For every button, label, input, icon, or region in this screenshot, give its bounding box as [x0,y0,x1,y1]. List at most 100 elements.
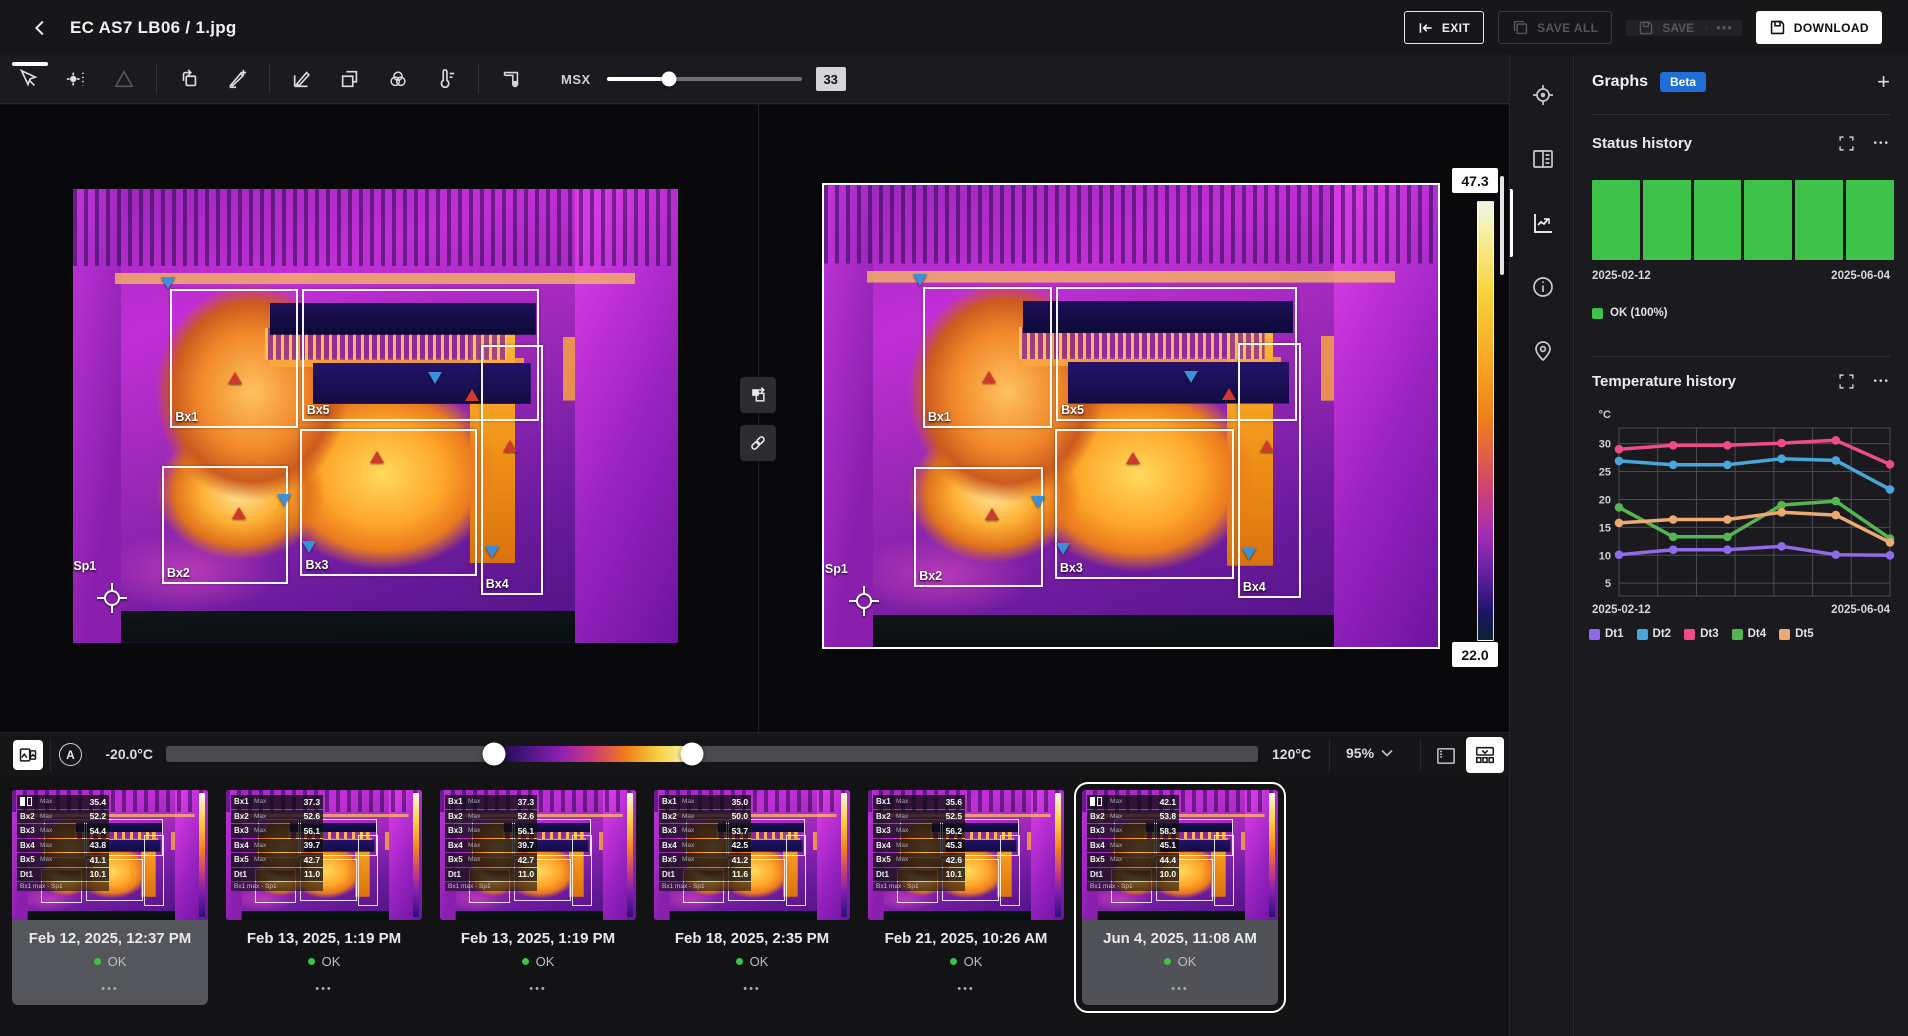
status-segment[interactable] [1744,180,1792,260]
scrollbar[interactable] [1500,176,1504,275]
thumbnail-status: OK [868,954,1064,969]
thumbnail-card[interactable]: Max42.1Bx2Max53.8Bx3Max58.3Bx4Max45.1Bx5… [1082,790,1278,1005]
status-segment[interactable] [1795,180,1843,260]
thermal-pane-left[interactable]: Bx1Bx5Bx2Bx3Bx4 Sp1 [73,189,678,643]
measurement-box-bx1[interactable]: Bx1 [170,289,298,428]
legend-item-dt2[interactable]: Dt2 [1637,628,1672,640]
legend-item-dt5[interactable]: Dt5 [1779,628,1814,640]
thumbnail-card[interactable]: Bx1Max35.6Bx2Max52.5Bx3Max56.2Bx4Max45.3… [868,790,1064,1005]
temperature-range-slider[interactable] [166,746,1258,762]
save-more-button[interactable]: ••• [1707,20,1742,36]
thumbnail-card[interactable]: Max35.4Bx2Max52.2Bx3Max54.4Bx4Max43.8Bx5… [12,790,208,1005]
spot-marker-sp1[interactable]: Sp1 [847,584,881,618]
save-all-button[interactable]: SAVE ALL [1498,11,1612,44]
measurement-box-bx4[interactable]: Bx4 [1238,343,1301,598]
legend-item-dt3[interactable]: Dt3 [1684,628,1719,640]
add-graph-button[interactable]: + [1877,71,1890,93]
top-bar: EC AS7 LB06 / 1.jpg EXIT SAVE ALL [0,0,1908,55]
roi-label: Bx5 [1061,403,1084,417]
auto-label: A [66,748,75,762]
side-panel-toggle-button[interactable] [1430,741,1462,770]
measurement-row: Dt110.1 [873,868,965,882]
thumbnail-status: OK [1082,954,1278,969]
duplicate-tool-button[interactable] [330,61,370,97]
spot-marker-sp1[interactable]: Sp1 [95,581,129,615]
exit-button[interactable]: EXIT [1404,11,1484,44]
range-min-temp: -20.0°C [85,746,153,762]
measurement-box-bx2[interactable]: Bx2 [162,466,288,584]
edit-scale-tool-button[interactable] [282,61,322,97]
auto-scale-button[interactable]: A [59,743,82,766]
cold-spot-marker-icon [428,372,442,384]
legend-item-dt4[interactable]: Dt4 [1732,628,1767,640]
rotate-tool-button[interactable] [169,61,209,97]
thermal-pane-right[interactable]: Bx1 Bx5 Bx2Bx3 Bx4 Sp1 [822,183,1440,649]
status-history-header: Status history ••• [1592,135,1890,152]
sidebar-item-notes[interactable] [1510,133,1575,185]
msx-slider[interactable] [607,77,802,81]
link-panes-button[interactable] [740,425,776,461]
thumbnail-menu-button[interactable]: ••• [12,983,208,995]
temperature-colorbar[interactable] [1477,201,1494,641]
measurement-row: Bx5Max42.7 [231,853,323,867]
measurement-row: Bx4Max45.1 [1087,839,1179,853]
link-icon [748,433,768,453]
select-tool-button[interactable] [8,61,48,97]
status-history-menu-button[interactable]: ••• [1873,138,1890,149]
status-segment[interactable] [1694,180,1742,260]
back-button[interactable] [24,11,58,45]
status-segment[interactable] [1846,180,1894,260]
msx-slider-thumb[interactable] [662,72,677,87]
thumbnail-image: Max42.1Bx2Max53.8Bx3Max58.3Bx4Max45.1Bx5… [1082,790,1278,920]
thumbnail-menu-button[interactable]: ••• [868,983,1064,995]
spot-measure-tool-button[interactable] [56,61,96,97]
measurement-box-bx3[interactable]: Bx3 [1055,429,1234,579]
thumbnail-menu-button[interactable]: ••• [654,983,850,995]
hot-spot-marker-icon [982,371,996,383]
thumbnail-colorbar [841,793,847,917]
thumbnail-card[interactable]: Bx1Max35.0Bx2Max50.0Bx3Max53.7Bx4Max42.5… [654,790,850,1005]
roi-label: Bx5 [307,403,330,417]
thumbnail-colorbar [1055,793,1061,917]
status-segment[interactable] [1592,180,1640,260]
sidebar-item-graphs[interactable] [1510,197,1575,249]
thumbnail-menu-button[interactable]: ••• [1082,983,1278,995]
temperature-history-menu-button[interactable]: ••• [1873,376,1890,387]
measurement-box-bx2[interactable]: Bx2 [914,467,1042,587]
sidebar-item-measurements[interactable] [1510,69,1575,121]
delta-triangle-icon [113,68,135,90]
roi-label: Bx1 [175,410,198,424]
thumbnail-strip-toggle-button[interactable] [1466,737,1504,773]
range-thumb-high[interactable] [681,743,704,766]
measurement-box-bx3[interactable]: Bx3 [300,429,477,576]
fullscreen-icon[interactable] [1838,135,1855,152]
fullscreen-icon[interactable] [1838,373,1855,390]
roi-label: Bx4 [1243,580,1266,594]
sidebar-item-location[interactable] [1510,325,1575,377]
thumbnail-card[interactable]: Bx1Max37.3Bx2Max52.6Bx3Max56.1Bx4Max39.7… [226,790,422,1005]
cold-spot-marker-icon [913,274,927,286]
thumbnail-menu-button[interactable]: ••• [226,983,422,995]
svg-text:15: 15 [1599,522,1611,534]
compare-view-toggle-button[interactable] [13,740,43,770]
zoom-level-dropdown[interactable]: 95% [1346,745,1393,761]
range-thumb-low[interactable] [482,743,505,766]
fusion-tool-button[interactable] [378,61,418,97]
download-button[interactable]: DOWNLOAD [1756,11,1882,44]
thumbnail-card[interactable]: Bx1Max37.3Bx2Max52.6Bx3Max56.1Bx4Max39.7… [440,790,636,1005]
temperature-settings-tool-button[interactable] [426,61,466,97]
copy-annotations-button[interactable] [740,377,776,413]
legend-item-dt1[interactable]: Dt1 [1589,628,1624,640]
status-segment[interactable] [1643,180,1691,260]
thumbnail-menu-button[interactable]: ••• [440,983,636,995]
save-button[interactable]: SAVE [1626,20,1706,36]
sidebar-item-info[interactable] [1510,261,1575,313]
annotation-tool-button[interactable] [217,61,257,97]
preview-overlay-tool-button[interactable] [491,61,531,97]
temperature-history-chart[interactable]: 51015202530°C [1580,406,1904,606]
thumbnail-image: Bx1Max37.3Bx2Max52.6Bx3Max56.1Bx4Max39.7… [440,790,636,920]
delta-tool-button[interactable] [104,61,144,97]
measurement-box-bx1[interactable]: Bx1 [923,287,1053,428]
status-end-date: 2025-06-04 [1831,270,1890,282]
measurement-row: Bx1Max37.3 [445,795,537,809]
